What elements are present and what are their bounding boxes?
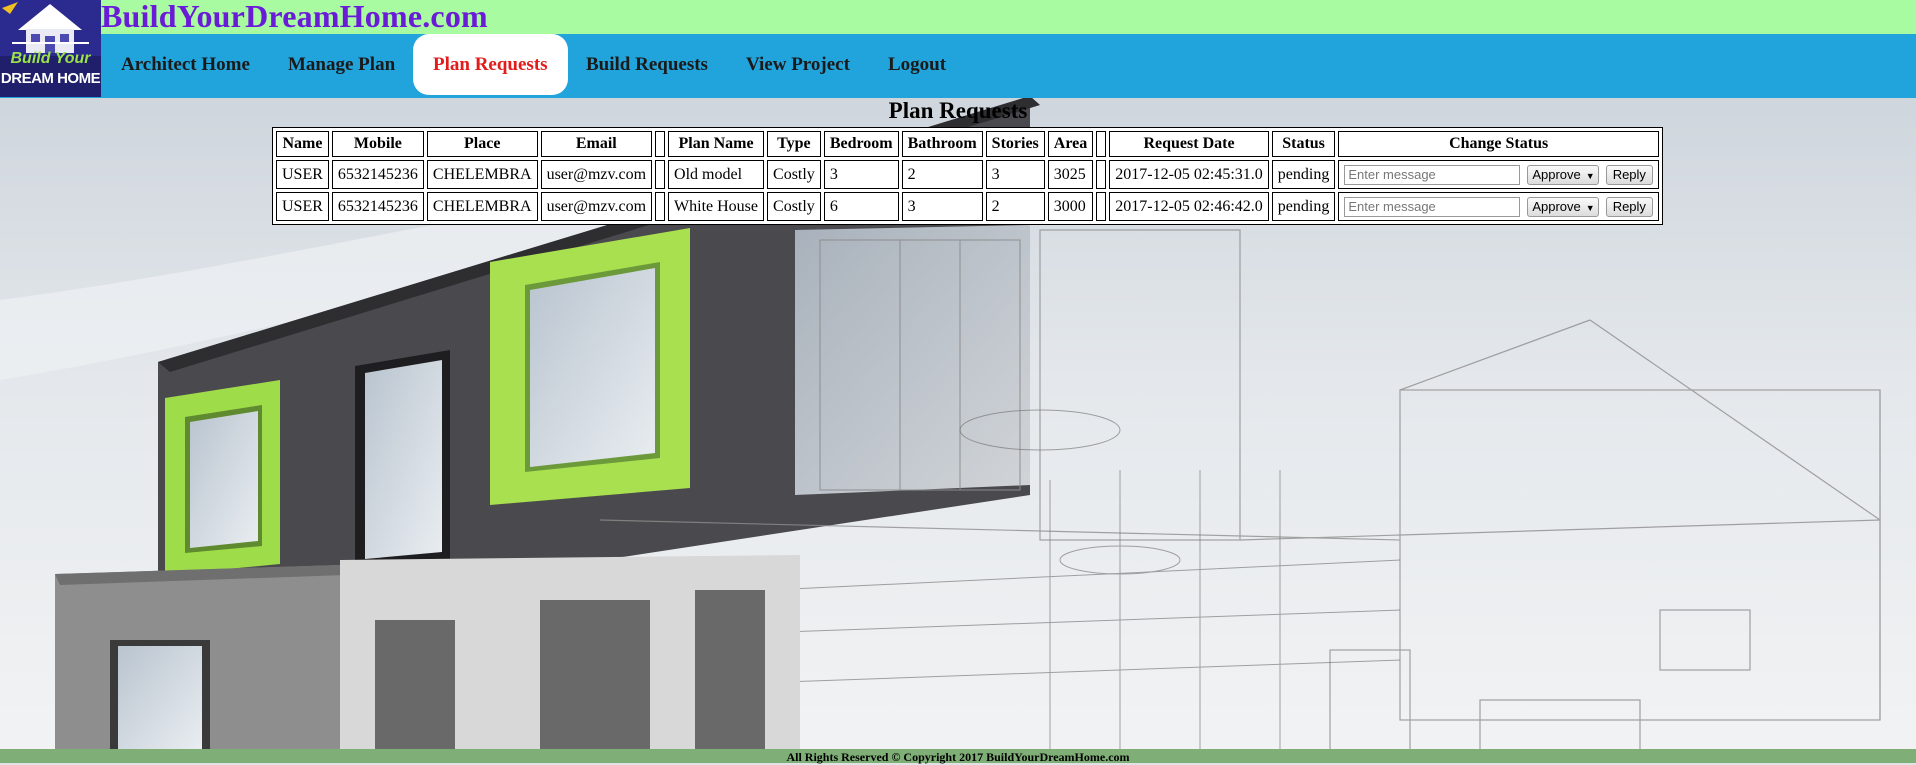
cell-blank — [1096, 160, 1107, 189]
col-area: Area — [1047, 131, 1094, 157]
plan-requests-table: Name Mobile Place Email Plan Name Type B… — [272, 127, 1663, 225]
cell-name: USER — [276, 160, 329, 189]
cell-status: pending — [1271, 160, 1336, 189]
chevron-down-icon: ▼ — [1585, 202, 1595, 213]
main-nav: Architect Home Manage Plan Plan Requests… — [0, 34, 1916, 98]
cell-mobile: 6532145236 — [331, 192, 424, 221]
nav-plan-requests[interactable]: Plan Requests — [413, 34, 568, 95]
copyright-text: All Rights Reserved © Copyright 2017 Bui… — [786, 750, 1130, 764]
cell-bedroom: 6 — [823, 192, 899, 221]
status-select-value: Approve — [1532, 166, 1581, 182]
logo-text-line1: Build Your — [10, 50, 91, 67]
cell-change-status: Approve ▼ Reply — [1338, 192, 1659, 221]
cell-place: CHELEMBRA — [426, 192, 538, 221]
reply-button[interactable]: Reply — [1605, 196, 1653, 217]
nav-architect-home[interactable]: Architect Home — [121, 34, 250, 98]
cell-stories: 3 — [985, 160, 1045, 189]
col-bathroom: Bathroom — [901, 131, 983, 157]
message-input[interactable] — [1344, 196, 1521, 217]
cell-plan-name: White House — [668, 192, 765, 221]
cell-request-date: 2017-12-05 02:46:42.0 — [1109, 192, 1269, 221]
footer: All Rights Reserved © Copyright 2017 Bui… — [0, 749, 1916, 764]
nav-view-project[interactable]: View Project — [746, 34, 850, 98]
cell-name: USER — [276, 192, 329, 221]
col-stories: Stories — [985, 131, 1045, 157]
cell-bathroom: 2 — [901, 160, 983, 189]
logo-text-line2: DREAM HOME — [0, 70, 101, 87]
col-mobile: Mobile — [331, 131, 424, 157]
reply-button[interactable]: Reply — [1605, 164, 1653, 185]
cell-email: user@mzv.com — [540, 160, 653, 189]
cell-request-date: 2017-12-05 02:45:31.0 — [1109, 160, 1269, 189]
col-name: Name — [276, 131, 329, 157]
col-blank-2 — [1096, 131, 1107, 157]
nav-logout[interactable]: Logout — [888, 34, 946, 98]
cell-area: 3025 — [1047, 160, 1094, 189]
page-title: Plan Requests — [888, 98, 1028, 123]
status-select[interactable]: Approve ▼ — [1527, 196, 1599, 217]
cell-blank — [655, 192, 666, 221]
message-input[interactable] — [1344, 164, 1521, 185]
cell-bedroom: 3 — [823, 160, 899, 189]
table-row: USER 6532145236 CHELEMBRA user@mzv.com O… — [276, 160, 1659, 189]
site-logo[interactable]: Build Your DREAM HOME — [0, 0, 101, 97]
top-banner: BuildYourDreamHome.com — [0, 0, 1916, 34]
site-title: BuildYourDreamHome.com — [101, 0, 488, 34]
cell-blank — [655, 160, 666, 189]
cell-bathroom: 3 — [901, 192, 983, 221]
col-place: Place — [426, 131, 538, 157]
col-email: Email — [540, 131, 653, 157]
col-request-date: Request Date — [1109, 131, 1269, 157]
col-plan-name: Plan Name — [668, 131, 765, 157]
table-header-row: Name Mobile Place Email Plan Name Type B… — [276, 131, 1659, 157]
col-change-status: Change Status — [1338, 131, 1659, 157]
cell-area: 3000 — [1047, 192, 1094, 221]
cell-change-status: Approve ▼ Reply — [1338, 160, 1659, 189]
col-type: Type — [767, 131, 821, 157]
cell-place: CHELEMBRA — [426, 160, 538, 189]
nav-build-requests[interactable]: Build Requests — [586, 34, 708, 98]
cell-type: Costly — [767, 192, 821, 221]
col-bedroom: Bedroom — [823, 131, 899, 157]
cell-stories: 2 — [985, 192, 1045, 221]
cell-type: Costly — [767, 160, 821, 189]
col-status: Status — [1271, 131, 1336, 157]
cell-mobile: 6532145236 — [331, 160, 424, 189]
chevron-down-icon: ▼ — [1585, 170, 1595, 181]
nav-manage-plan[interactable]: Manage Plan — [288, 34, 395, 98]
col-blank-1 — [655, 131, 666, 157]
house-logo-icon — [0, 0, 101, 56]
cell-email: user@mzv.com — [540, 192, 653, 221]
table-row: USER 6532145236 CHELEMBRA user@mzv.com W… — [276, 192, 1659, 221]
status-select[interactable]: Approve ▼ — [1527, 164, 1599, 185]
status-select-value: Approve — [1532, 198, 1581, 214]
cell-status: pending — [1271, 192, 1336, 221]
cell-blank — [1096, 192, 1107, 221]
cell-plan-name: Old model — [668, 160, 765, 189]
